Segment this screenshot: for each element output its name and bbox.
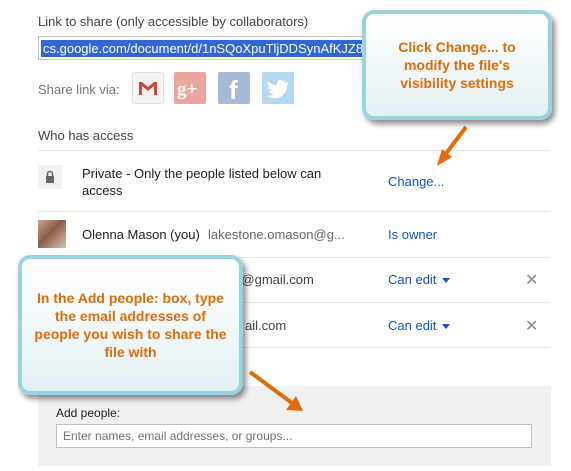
callout-add-text: In the Add people: box, type the email a… [34, 290, 227, 360]
callout-change: Click Change... to modify the file's vis… [362, 10, 552, 120]
arrow-to-change [443, 125, 468, 157]
callout-add-people: In the Add people: box, type the email a… [18, 255, 243, 395]
arrow-to-add-people [248, 370, 294, 405]
callout-change-text: Click Change... to modify the file's vis… [398, 39, 516, 91]
